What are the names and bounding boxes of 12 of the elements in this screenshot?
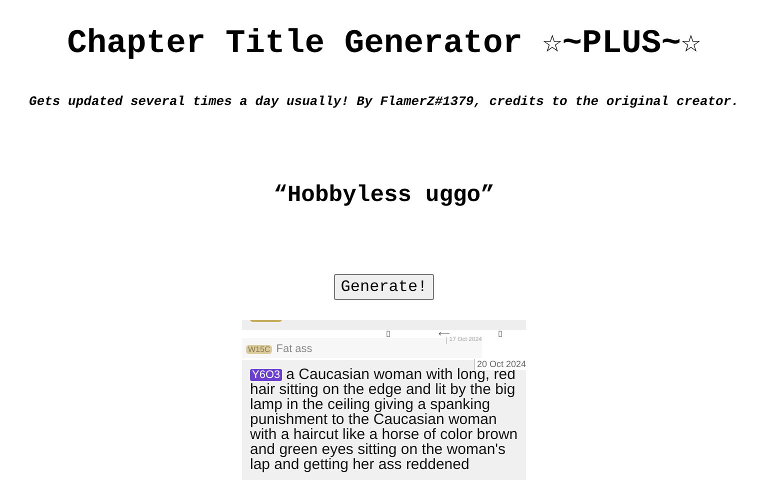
generated-title: “Hobbyless uggo” bbox=[274, 181, 494, 210]
code-tag: W15C bbox=[246, 345, 272, 354]
toolbar-glyph: ▯ bbox=[498, 330, 502, 338]
code-tag: Y6O3 bbox=[250, 369, 282, 381]
message-text: Fat ass bbox=[276, 343, 312, 355]
message-text: Y6O3 a Caucasian woman with long, red hair sitting on the edge and lit by the big lamp in the ceiling giving a spanking punishment to the Caucasian woman with a haircut like a horse of color brown and green eyes sitting on the woman's lap and getting her ass reddened bbox=[250, 367, 518, 472]
subtitle: Gets updated several times a day usually! By FlamerZ#1379, credits to the original creator. bbox=[29, 94, 739, 110]
page-title: Chapter Title Generator ☆~PLUS~☆ bbox=[67, 24, 701, 64]
date-label: 20 Oct 2024 bbox=[474, 359, 526, 370]
toolbar-glyph: ⟵ bbox=[438, 330, 450, 338]
toolbar-glyph: ▯ bbox=[386, 330, 390, 338]
generate-button[interactable]: Generate! bbox=[334, 274, 434, 300]
